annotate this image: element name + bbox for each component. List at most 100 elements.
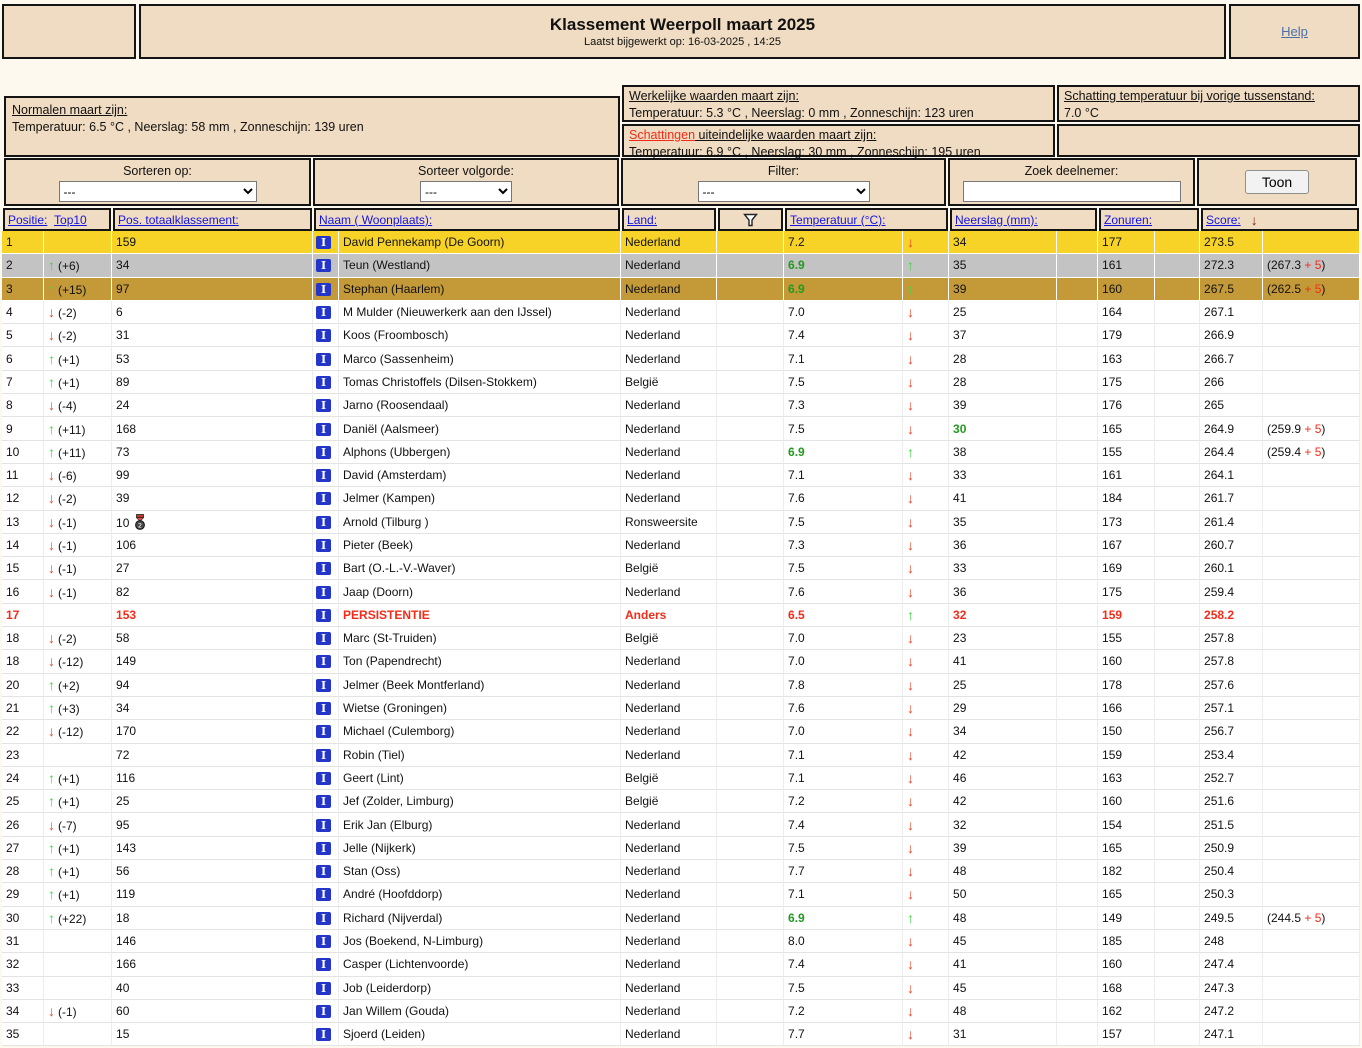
help-box: Help [1229,4,1360,59]
cell-temp-trend: ↓ [903,883,949,906]
info-icon[interactable]: I [316,376,331,389]
down-arrow-icon: ↓ [48,467,55,483]
show-button[interactable]: Toon [1245,170,1309,194]
cell-temperatuur: 7.0 [784,301,903,324]
column-header-top10[interactable]: Top10 [54,213,87,227]
cell-temperatuur: 7.8 [784,674,903,697]
help-link[interactable]: Help [1281,24,1308,39]
cell-score: 251.5 [1200,813,1263,836]
info-icon[interactable]: I [316,516,331,529]
cell-positie: 15 [2,557,44,580]
cell-zonuren: 160 [1098,953,1155,976]
info-icon[interactable]: I [316,865,331,878]
cell-top10-change: ↑(+1) [44,860,112,883]
column-header-temperatuur[interactable]: Temperatuur (°C): [790,213,886,227]
info-icon[interactable]: I [316,655,331,668]
info-icon[interactable]: I [316,795,331,808]
cell-score-detail: (267.3 + 5) [1263,254,1360,277]
cell-land-spare [717,883,784,906]
cell-zonuren: 165 [1098,837,1155,860]
cell-score-detail [1263,953,1360,976]
info-icon[interactable]: I [316,492,331,505]
table-row: 21↑(+3)34IWietse (Groningen)Nederland7.6… [2,697,1360,720]
search-input[interactable] [963,181,1181,202]
cell-score-detail [1263,720,1360,743]
info-icon[interactable]: I [316,562,331,575]
cell-temp-trend: ↓ [903,371,949,394]
cell-score-detail [1263,464,1360,487]
column-header-zonuren[interactable]: Zonuren: [1104,213,1152,227]
column-header-score[interactable]: Score: [1206,213,1241,227]
schattingen-link[interactable]: Schattingen [629,128,695,142]
cell-neerslag-spare [1057,860,1098,883]
info-icon[interactable]: I [316,772,331,785]
cell-neerslag: 45 [949,930,1057,953]
cell-neerslag-spare [1057,557,1098,580]
column-header-positie[interactable]: Positie: [8,213,47,227]
info-icon[interactable]: I [316,469,331,482]
info-icon[interactable]: I [316,609,331,622]
info-icon[interactable]: I [316,888,331,901]
info-icon[interactable]: I [316,982,331,995]
info-icon[interactable]: I [316,446,331,459]
cell-info-icon: I [313,254,339,277]
info-icon[interactable]: I [316,819,331,832]
column-header-totaalklassement[interactable]: Pos. totaalklassement: [118,213,239,227]
cell-pos-totaalklassement: 116 [112,767,313,790]
column-header-neerslag[interactable]: Neerslag (mm): [955,213,1038,227]
cell-score: 247.1 [1200,1023,1263,1046]
cell-score: 267.1 [1200,301,1263,324]
cell-land: Nederland [621,1000,717,1023]
cell-zonuren-spare [1155,580,1200,603]
info-icon[interactable]: I [316,935,331,948]
info-icon[interactable]: I [316,329,331,342]
filter-funnel-icon[interactable] [743,213,758,227]
cell-neerslag-spare [1057,254,1098,277]
info-icon[interactable]: I [316,586,331,599]
order-select[interactable]: --- [420,181,512,202]
info-icon[interactable]: I [316,399,331,412]
cell-land-spare [717,580,784,603]
info-icon[interactable]: I [316,283,331,296]
cell-score-detail [1263,930,1360,953]
info-icon[interactable]: I [316,679,331,692]
info-icon[interactable]: I [316,842,331,855]
filter-select[interactable]: --- [698,181,870,202]
cell-land-spare [717,744,784,767]
info-icon[interactable]: I [316,912,331,925]
filter-box: Filter: --- [621,158,946,206]
column-header-land[interactable]: Land: [627,213,657,227]
info-icon[interactable]: I [316,423,331,436]
cell-zonuren: 167 [1098,534,1155,557]
cell-pos-totaalklassement: 159 [112,231,313,254]
info-icon[interactable]: I [316,632,331,645]
cell-temp-trend: ↓ [903,860,949,883]
info-icon[interactable]: I [316,702,331,715]
cell-neerslag-spare [1057,977,1098,1000]
info-icon[interactable]: I [316,259,331,272]
cell-zonuren: 176 [1098,394,1155,417]
down-arrow-icon: ↓ [907,630,914,646]
info-icon[interactable]: I [316,353,331,366]
info-icon[interactable]: I [316,236,331,249]
cell-neerslag: 50 [949,883,1057,906]
cell-neerslag-spare [1057,790,1098,813]
info-icon[interactable]: I [316,539,331,552]
info-icon[interactable]: I [316,306,331,319]
down-arrow-icon: ↓ [48,817,55,833]
sort-select[interactable]: --- [59,181,257,202]
column-header-naam[interactable]: Naam ( Woonplaats): [319,213,432,227]
cell-neerslag: 34 [949,231,1057,254]
info-icon[interactable]: I [316,1028,331,1041]
info-icon[interactable]: I [316,1005,331,1018]
up-arrow-icon: ↑ [48,351,55,367]
cell-zonuren: 166 [1098,697,1155,720]
info-icon[interactable]: I [316,725,331,738]
cell-pos-totaalklassement: 10 2 [112,511,313,534]
table-row: 32166ICasper (Lichtenvoorde)Nederland7.4… [2,953,1360,976]
cell-zonuren: 185 [1098,930,1155,953]
table-row: 7↑(+1)89ITomas Christoffels (Dilsen-Stok… [2,371,1360,394]
down-arrow-icon: ↓ [907,723,914,739]
info-icon[interactable]: I [316,958,331,971]
info-icon[interactable]: I [316,749,331,762]
